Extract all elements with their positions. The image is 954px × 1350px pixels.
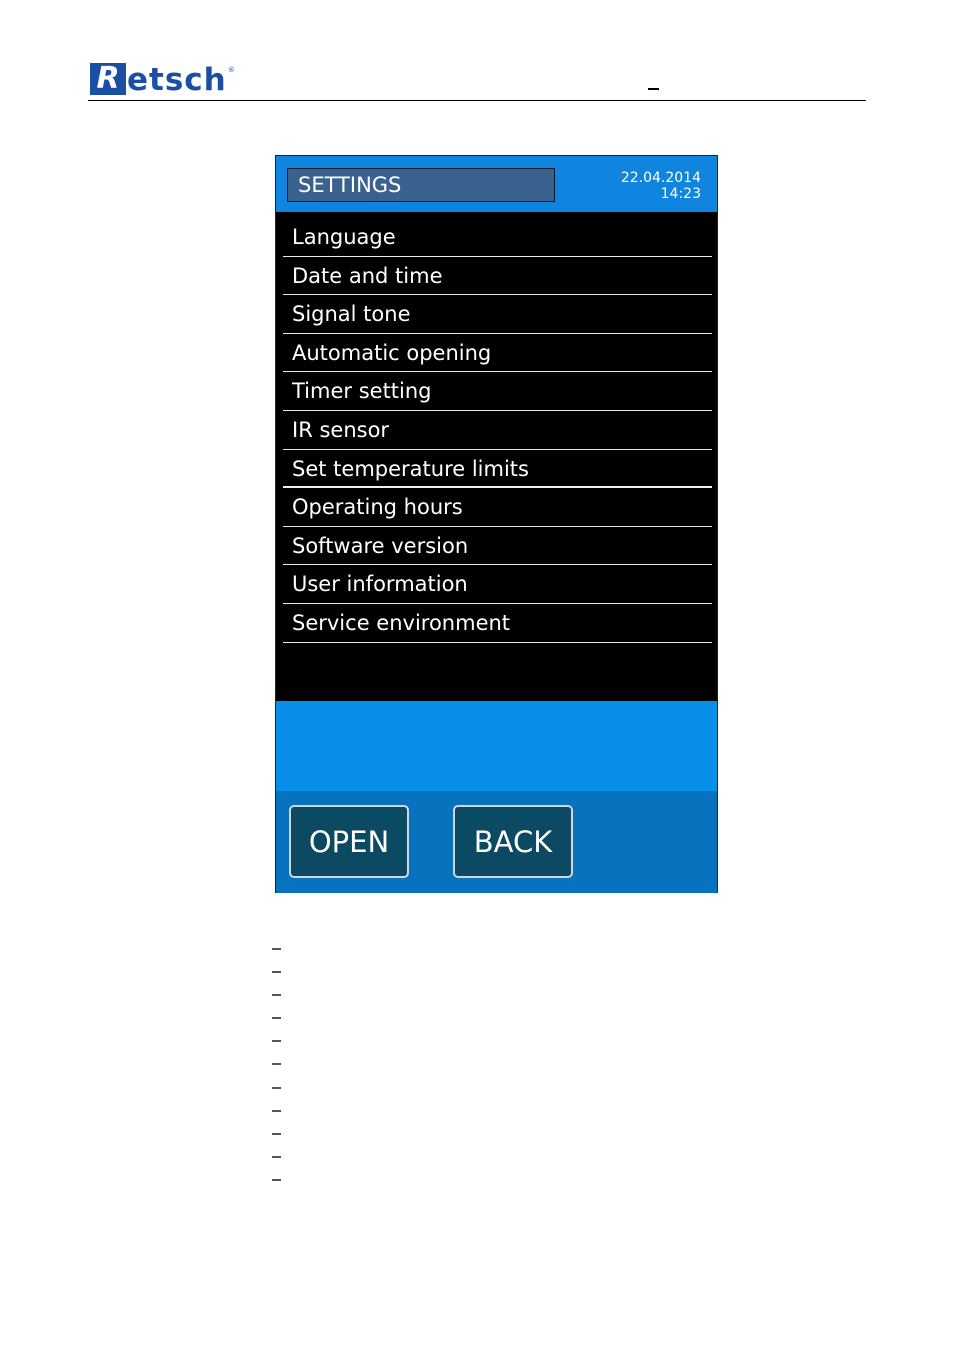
back-button[interactable]: BACK [453, 805, 573, 878]
list-marker [272, 1086, 281, 1089]
open-button[interactable]: OPEN [289, 805, 409, 878]
menu-item-language[interactable]: Language [283, 218, 712, 257]
header-dash [648, 88, 659, 90]
menu-item-date-and-time[interactable]: Date and time [283, 257, 712, 296]
list-marker [272, 994, 281, 997]
device-screen: SETTINGS 22.04.2014 14:23 Language Date … [275, 155, 718, 893]
info-area [276, 701, 717, 791]
list-marker [272, 1109, 281, 1112]
menu-item-signal-tone[interactable]: Signal tone [283, 295, 712, 334]
menu-item-ir-sensor[interactable]: IR sensor [283, 411, 712, 450]
datetime-display: 22.04.2014 14:23 [621, 170, 701, 202]
list-markers [272, 948, 281, 1202]
list-marker [272, 1178, 281, 1181]
menu-item-user-information[interactable]: User information [283, 565, 712, 604]
screen-title: SETTINGS [287, 168, 555, 202]
list-marker [272, 1040, 281, 1043]
retsch-logo: R etsch ® [90, 62, 235, 98]
button-bar: OPEN BACK [276, 791, 717, 893]
registered-mark: ® [227, 66, 235, 74]
list-marker [272, 1063, 281, 1066]
title-bar: SETTINGS 22.04.2014 14:23 [276, 156, 717, 212]
time-text: 14:23 [660, 186, 701, 202]
menu-item-operating-hours[interactable]: Operating hours [283, 488, 712, 527]
logo-letter: R [90, 63, 126, 95]
list-marker [272, 948, 281, 950]
date-text: 22.04.2014 [620, 170, 701, 186]
menu-item-automatic-opening[interactable]: Automatic opening [283, 334, 712, 373]
menu-item-service-environment[interactable]: Service environment [283, 604, 712, 643]
header-rule [88, 100, 866, 101]
menu-item-software-version[interactable]: Software version [283, 527, 712, 566]
settings-menu: Language Date and time Signal tone Autom… [283, 218, 712, 643]
list-marker [272, 1132, 281, 1135]
list-marker [272, 971, 281, 974]
menu-item-set-temperature-limits[interactable]: Set temperature limits [283, 450, 712, 489]
list-marker [272, 1017, 281, 1020]
menu-item-timer-setting[interactable]: Timer setting [283, 372, 712, 411]
list-marker [272, 1155, 281, 1158]
logo-text: etsch [127, 62, 227, 98]
